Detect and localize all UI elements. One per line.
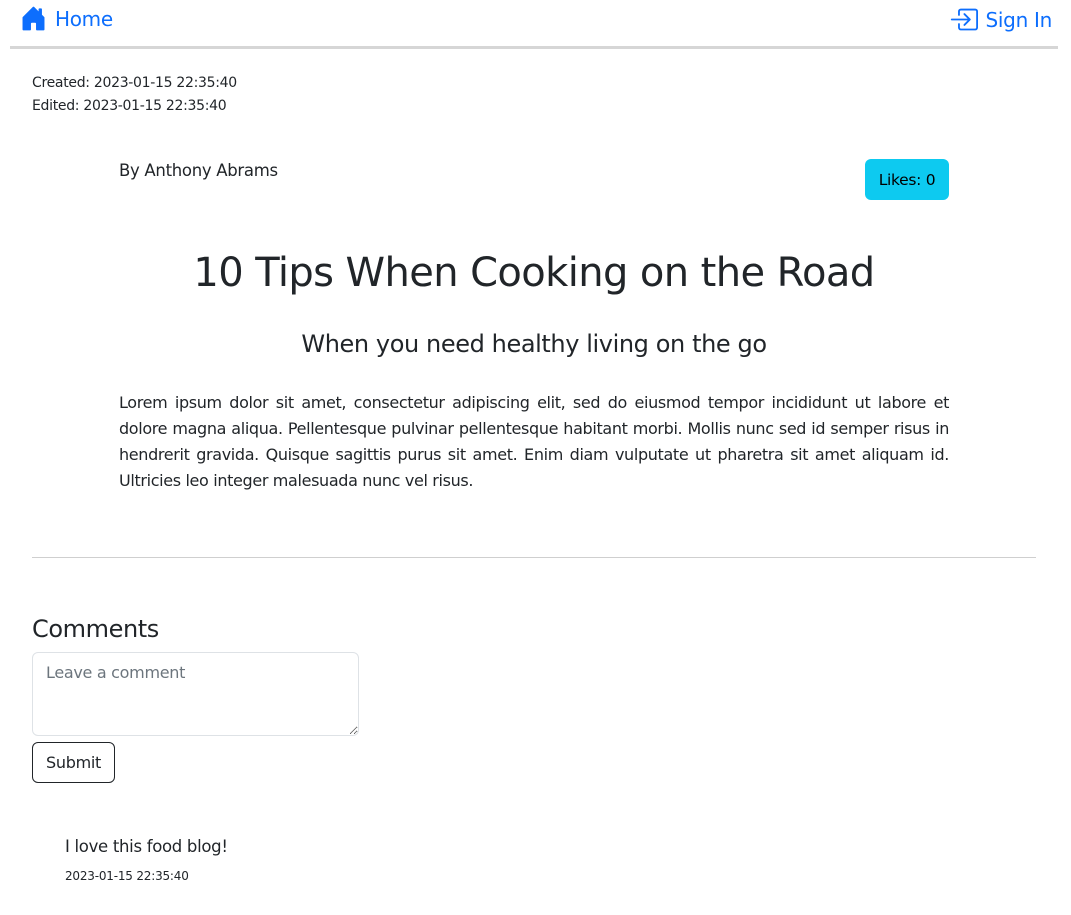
post-author: By Anthony Abrams: [119, 161, 278, 180]
comment-date: 2023-01-15 22:35:40: [65, 869, 189, 883]
comment-input[interactable]: [32, 652, 359, 736]
sign-in-link-label: Sign In: [985, 7, 1053, 32]
post-meta: Created: 2023-01-15 22:35:40 Edited: 202…: [32, 72, 237, 118]
created-timestamp: Created: 2023-01-15 22:35:40: [32, 75, 237, 91]
submit-button[interactable]: Submit: [32, 742, 115, 783]
top-navbar: Home Sign In: [10, 0, 1058, 49]
edited-timestamp: Edited: 2023-01-15 22:35:40: [32, 98, 227, 114]
post-body: Lorem ipsum dolor sit amet, consectetur …: [119, 393, 949, 490]
sign-in-link[interactable]: Sign In: [949, 5, 1052, 34]
comment-item: I love this food blog! 2023-01-15 22:35:…: [65, 834, 228, 883]
section-divider: [32, 557, 1036, 558]
comment-text: I love this food blog!: [65, 837, 228, 856]
post-title: 10 Tips When Cooking on the Road: [193, 250, 875, 296]
home-link-label: Home: [55, 6, 113, 31]
comments-heading: Comments: [32, 615, 159, 643]
house-icon: [22, 6, 45, 31]
likes-button[interactable]: Likes: 0: [865, 159, 949, 200]
sign-in-icon: [950, 8, 978, 31]
post-subtitle: When you need healthy living on the go: [301, 330, 767, 358]
home-link[interactable]: Home: [20, 5, 113, 32]
